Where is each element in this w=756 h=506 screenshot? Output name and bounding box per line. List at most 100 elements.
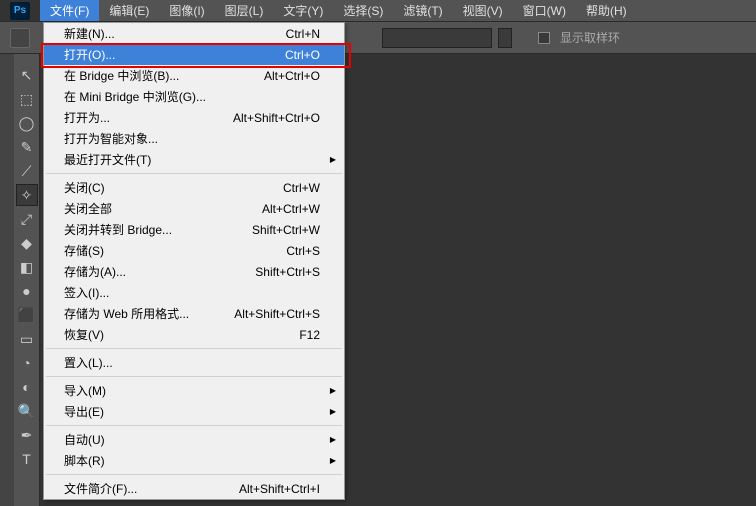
menu-视图v[interactable]: 视图(V) [453,0,513,21]
menu-item[interactable]: 恢复(V)F12 [44,324,344,345]
menu-item-shortcut: F12 [230,328,320,342]
menu-item[interactable]: 存储为 Web 所用格式...Alt+Shift+Ctrl+S [44,303,344,324]
tool-12[interactable]: ◔ [16,352,38,374]
menu-item-shortcut: Alt+Ctrl+O [230,69,320,83]
tool-16[interactable]: T [16,448,38,470]
tool-6[interactable]: ⤢ [16,208,38,230]
menu-item[interactable]: 最近打开文件(T)▶ [44,149,344,170]
tool-9[interactable]: ● [16,280,38,302]
toolbox: ↖⬚◯✎⟋✧⤢◆◧●⬛▭◔◐🔍✒T [14,54,40,506]
menu-滤镜t[interactable]: 滤镜(T) [393,0,452,21]
submenu-arrow-icon: ▶ [330,435,336,444]
tool-0[interactable]: ↖ [16,64,38,86]
menu-item-shortcut: Alt+Shift+Ctrl+I [230,482,320,496]
menu-item-label: 导出(E) [64,403,320,420]
menu-item-label: 存储为(A)... [64,263,230,280]
menu-item[interactable]: 存储(S)Ctrl+S [44,240,344,261]
app-logo: Ps [0,0,40,21]
menu-item-label: 打开为... [64,109,230,126]
menu-item-label: 在 Mini Bridge 中浏览(G)... [64,88,320,105]
menu-item-label: 自动(U) [64,431,320,448]
tool-13[interactable]: ◐ [16,376,38,398]
tool-11[interactable]: ▭ [16,328,38,350]
menubar: Ps 文件(F)编辑(E)图像(I)图层(L)文字(Y)选择(S)滤镜(T)视图… [0,0,756,22]
menu-separator [46,425,342,426]
tool-15[interactable]: ✒ [16,424,38,446]
tool-4[interactable]: ⟋ [16,160,38,182]
menu-item-label: 导入(M) [64,382,320,399]
menu-item-shortcut: Alt+Shift+Ctrl+O [230,111,320,125]
menu-编辑e[interactable]: 编辑(E) [99,0,159,21]
tool-3[interactable]: ✎ [16,136,38,158]
menu-选择s[interactable]: 选择(S) [333,0,393,21]
tool-8[interactable]: ◧ [16,256,38,278]
menu-item-label: 在 Bridge 中浏览(B)... [64,67,230,84]
menu-item-label: 关闭全部 [64,200,230,217]
menu-item-label: 存储(S) [64,242,230,259]
menu-item[interactable]: 关闭全部Alt+Ctrl+W [44,198,344,219]
menu-item[interactable]: 置入(L)... [44,352,344,373]
menu-separator [46,474,342,475]
tool-10[interactable]: ⬛ [16,304,38,326]
menu-item-label: 脚本(R) [64,452,320,469]
menu-item[interactable]: 在 Bridge 中浏览(B)...Alt+Ctrl+O [44,65,344,86]
menu-item-shortcut: Alt+Shift+Ctrl+S [230,307,320,321]
menu-item[interactable]: 关闭(C)Ctrl+W [44,177,344,198]
dropdown-arrows-icon[interactable] [498,28,512,48]
menu-separator [46,376,342,377]
menu-item-label: 打开为智能对象... [64,130,320,147]
menu-item[interactable]: 导出(E) ▶ [44,401,344,422]
menu-item-label: 恢复(V) [64,326,230,343]
sample-size-dropdown[interactable] [382,28,492,48]
file-menu-dropdown: 新建(N)...Ctrl+N打开(O)...Ctrl+O在 Bridge 中浏览… [43,22,345,500]
menu-item[interactable]: 文件简介(F)...Alt+Shift+Ctrl+I [44,478,344,499]
menu-item-shortcut: Ctrl+S [230,244,320,258]
tool-7[interactable]: ◆ [16,232,38,254]
menu-item[interactable]: 自动(U) ▶ [44,429,344,450]
menu-item-shortcut: Ctrl+W [230,181,320,195]
current-tool-icon[interactable] [10,28,30,48]
menu-item-label: 新建(N)... [64,25,230,42]
menu-item-label: 文件简介(F)... [64,480,230,497]
menu-separator [46,173,342,174]
sample-ring-checkbox[interactable] [538,32,550,44]
menu-item-shortcut: Shift+Ctrl+S [230,265,320,279]
menu-item-label: 关闭(C) [64,179,230,196]
menu-item-shortcut: Ctrl+O [230,48,320,62]
submenu-arrow-icon: ▶ [330,407,336,416]
menu-item[interactable]: 脚本(R) ▶ [44,450,344,471]
ps-logo-icon: Ps [10,2,30,20]
menu-item[interactable]: 打开为智能对象... [44,128,344,149]
menu-item-shortcut: Shift+Ctrl+W [230,223,320,237]
submenu-arrow-icon: ▶ [330,386,336,395]
sample-ring-label: 显示取样环 [560,29,620,46]
menu-item[interactable]: 签入(I)... [44,282,344,303]
menu-item[interactable]: 关闭并转到 Bridge...Shift+Ctrl+W [44,219,344,240]
menu-帮助h[interactable]: 帮助(H) [576,0,637,21]
menu-文字y[interactable]: 文字(Y) [273,0,333,21]
menu-item-shortcut: Alt+Ctrl+W [230,202,320,216]
submenu-arrow-icon: ▶ [330,456,336,465]
menu-文件f[interactable]: 文件(F) [40,0,99,21]
menu-item[interactable]: 在 Mini Bridge 中浏览(G)... [44,86,344,107]
tool-5[interactable]: ✧ [16,184,38,206]
menu-item-label: 签入(I)... [64,284,320,301]
menu-item[interactable]: 新建(N)...Ctrl+N [44,23,344,44]
menu-item[interactable]: 打开为...Alt+Shift+Ctrl+O [44,107,344,128]
menu-item-label: 关闭并转到 Bridge... [64,221,230,238]
menu-item-label: 存储为 Web 所用格式... [64,305,230,322]
menu-图层l[interactable]: 图层(L) [215,0,274,21]
menu-窗口w[interactable]: 窗口(W) [513,0,576,21]
menu-图像i[interactable]: 图像(I) [159,0,214,21]
tool-14[interactable]: 🔍 [16,400,38,422]
tool-2[interactable]: ◯ [16,112,38,134]
tool-1[interactable]: ⬚ [16,88,38,110]
menu-item[interactable]: 打开(O)...Ctrl+O [44,44,344,65]
menu-item-label: 最近打开文件(T) [64,151,320,168]
menu-item[interactable]: 存储为(A)...Shift+Ctrl+S [44,261,344,282]
menu-item[interactable]: 导入(M) ▶ [44,380,344,401]
menu-separator [46,348,342,349]
menu-item-label: 打开(O)... [64,46,230,63]
menu-item-shortcut: Ctrl+N [230,27,320,41]
tool-strip [0,54,14,506]
